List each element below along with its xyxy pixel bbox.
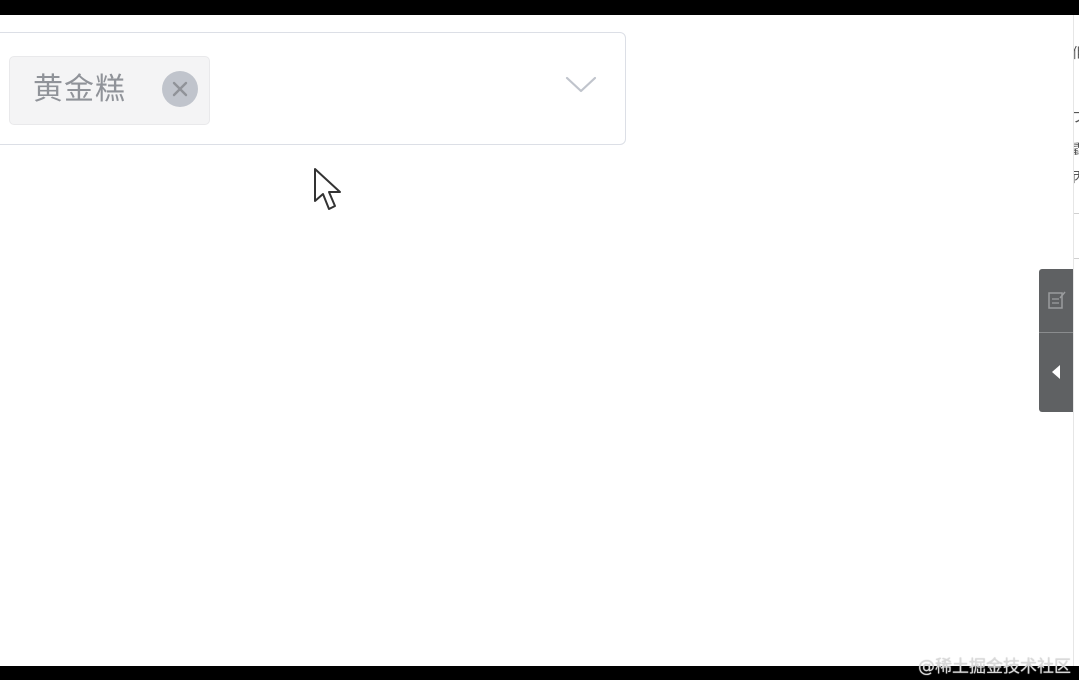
chevron-down-icon[interactable]: [565, 75, 597, 95]
selected-tag-label: 黄金糕: [33, 72, 126, 107]
multi-select[interactable]: 黄金糕: [0, 32, 626, 145]
caret-left-icon: [1052, 365, 1060, 379]
top-frame-bar: [0, 0, 1079, 15]
collapse-button[interactable]: [1039, 333, 1073, 412]
side-toolbar: [1039, 269, 1073, 412]
edit-note-icon: [1048, 291, 1066, 309]
edit-button[interactable]: [1039, 269, 1073, 331]
mouse-cursor-icon: [312, 167, 346, 215]
clipped-right-panel: 佢 ブ 毳 丙: [1073, 15, 1079, 666]
selected-tag: 黄金糕: [9, 56, 210, 125]
watermark-text: @稀土掘金技术社区: [918, 657, 1071, 677]
tag-close-icon[interactable]: [162, 71, 198, 107]
